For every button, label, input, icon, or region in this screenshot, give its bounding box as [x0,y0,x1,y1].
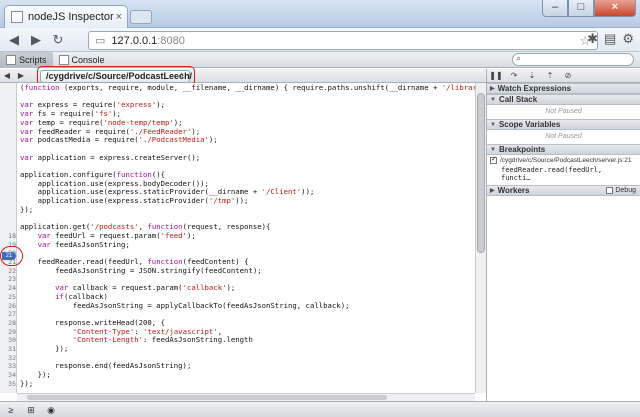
debug-toggle[interactable]: Debug [606,187,636,194]
url-port: :8080 [157,34,185,47]
line-number[interactable]: 32 [0,354,16,363]
line-number[interactable]: 26 [0,302,16,311]
deactivate-breakpoints-button[interactable]: ⊘ [559,71,577,80]
line-number[interactable]: 24 [0,284,16,293]
triangle-down-icon: ▼ [490,96,496,103]
triangle-down-icon: ▼ [490,121,496,128]
code-line: }); [20,344,69,353]
line-gutter[interactable]: 181920212223242526272829303132333435 [0,83,17,393]
line-number[interactable]: 29 [0,328,16,337]
code-line: var feedAsJsonString; [37,239,130,249]
extension-icon[interactable]: ✱ [587,31,598,47]
code-line: application.use(express.staticProvider('… [20,196,249,206]
devtools-search-input[interactable]: ⌕ [512,53,634,66]
horizontal-scrollbar[interactable] [17,393,475,401]
watch-expressions-header[interactable]: ▶ Watch Expressions [487,83,640,94]
code-line: }); [20,378,34,388]
reload-button[interactable]: ↻ [48,30,68,50]
code-line: (function (exports, require, module, __f… [20,83,475,92]
triangle-right-icon: ▶ [490,86,495,92]
code-line: var podcastMedia = require('./PodcastMed… [20,135,218,145]
minimize-button[interactable]: – [542,0,568,17]
pause-on-exceptions-icon[interactable]: ◉ [44,404,58,416]
dock-icon[interactable]: ⊞ [24,404,38,416]
code-line: feedAsJsonString = applyCallbackTo(feedA… [20,300,350,310]
triangle-down-icon: ▼ [490,146,496,153]
line-number[interactable]: 22 [0,267,16,276]
line-number[interactable]: 30 [0,336,16,345]
debugger-sidebar: ❚❚ ↷ ⇣ ⇡ ⊘ ▶ Watch Expressions ▼ Call St… [486,69,640,401]
forward-button[interactable]: ▶ [26,30,46,50]
section-label: Watch Expressions [497,84,572,93]
devtools-statusbar: ≥ ⊞ ◉ [0,401,640,417]
line-number[interactable]: 27 [0,310,16,319]
tab-title: nodeJS Inspector [28,11,114,23]
url-host: 127.0.0.1 [111,34,158,47]
breakpoint-checkbox[interactable] [490,155,497,164]
call-stack-body: Not Paused [487,105,640,119]
search-icon: ⌕ [516,53,522,63]
console-toggle-icon[interactable]: ≥ [4,404,18,416]
scroll-thumb[interactable] [27,395,387,400]
title-bar: nodeJS Inspector × – □ × [0,0,640,28]
pause-button[interactable]: ❚❚ [487,71,505,80]
tab-close-icon[interactable]: × [116,11,122,23]
window-controls: – □ × [542,0,636,17]
section-label: Workers [497,186,530,195]
line-number[interactable]: 35 [0,380,16,389]
code-line: }); [20,204,34,214]
page-menu-icon[interactable]: ▤ [604,31,616,47]
back-button[interactable]: ◀ [4,30,24,50]
debug-label: Debug [615,187,636,194]
address-bar[interactable]: ▭ 127.0.0.1 :8080 ☆ [88,31,598,50]
workers-header[interactable]: ▶ Workers Debug [487,185,640,196]
next-script-button[interactable]: ▶ [14,69,28,83]
toolbar-right-icons: ✱ ▤ ⚙ [587,31,634,47]
tab-console-label: Console [71,54,105,65]
debugger-controls: ❚❚ ↷ ⇣ ⇡ ⊘ [487,69,640,83]
line-number[interactable]: 34 [0,371,16,380]
vertical-scrollbar[interactable] [475,83,486,393]
wrench-icon[interactable]: ⚙ [622,31,634,47]
scripts-icon [6,54,16,65]
line-number[interactable]: 31 [0,345,16,354]
code-line: feedAsJsonString = JSON.stringify(feedCo… [20,265,262,275]
browser-tab[interactable]: nodeJS Inspector × [4,5,128,28]
breakpoint-location: /cygdrive/c/Source/PodcastLeech/server.j… [500,157,632,164]
source-view[interactable]: (function (exports, require, module, __f… [17,83,475,393]
section-label: Scope Variables [498,120,561,129]
prev-script-button[interactable]: ◀ [0,69,14,83]
breakpoint-code: feedReader.read(feedUrl, functi… [501,166,603,182]
line-number[interactable]: 33 [0,362,16,371]
line-number[interactable]: 23 [0,275,16,284]
scope-variables-header[interactable]: ▼ Scope Variables [487,119,640,130]
new-tab-button[interactable] [130,10,152,24]
console-icon [58,54,69,65]
step-out-button[interactable]: ⇡ [541,71,559,80]
code-line: var application = express.createServer()… [20,152,201,162]
triangle-right-icon: ▶ [490,188,495,194]
line-number[interactable]: 28 [0,319,16,328]
call-stack-header[interactable]: ▼ Call Stack [487,94,640,105]
page-icon: ▭ [95,35,106,47]
step-into-button[interactable]: ⇣ [523,71,541,80]
breakpoints-header[interactable]: ▼ Breakpoints [487,144,640,155]
section-label: Call Stack [498,95,538,104]
maximize-button[interactable]: □ [568,0,594,17]
step-over-button[interactable]: ↷ [505,71,523,80]
scroll-thumb[interactable] [477,93,485,253]
tab-scripts-label: Scripts [19,54,47,65]
line-number[interactable]: 25 [0,293,16,302]
scope-variables-body: Not Paused [487,130,640,144]
breakpoint-item[interactable]: /cygdrive/c/Source/PodcastLeech/server.j… [487,155,640,166]
section-label: Breakpoints [498,145,546,154]
close-window-button[interactable]: × [594,0,636,17]
breakpoint-callout [0,246,23,266]
line-number[interactable]: 18 [0,232,16,241]
debug-checkbox[interactable] [606,187,614,194]
page-icon [11,11,23,23]
